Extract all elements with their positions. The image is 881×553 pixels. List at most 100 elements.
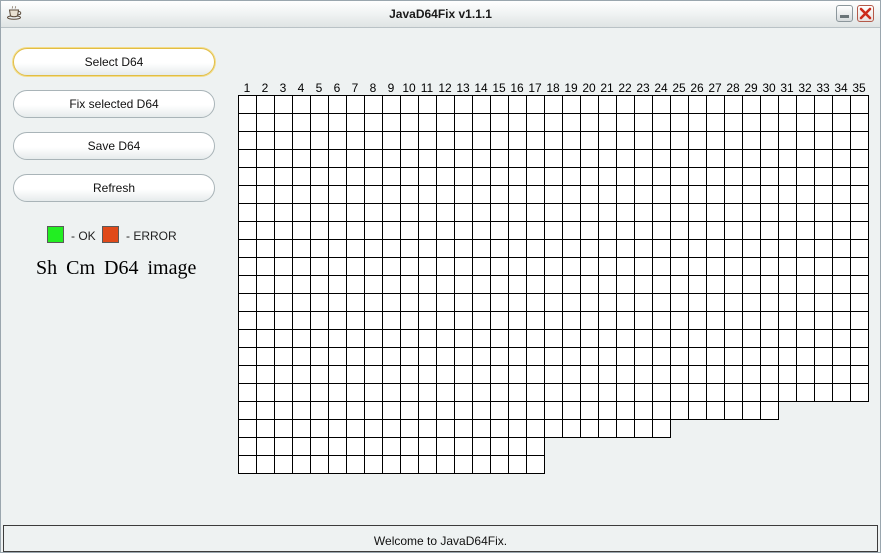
sector-cell <box>850 311 869 330</box>
sector-cell <box>832 221 851 240</box>
sector-cell <box>436 329 455 348</box>
sector-cell <box>598 347 617 366</box>
sector-cell <box>616 419 635 438</box>
sector-cell <box>472 185 491 204</box>
sector-cell <box>814 203 833 222</box>
sector-cell <box>832 383 851 402</box>
sector-cell <box>364 419 383 438</box>
sector-cell <box>796 131 815 150</box>
sector-cell <box>580 293 599 312</box>
sector-cell <box>256 293 275 312</box>
sector-cell <box>364 437 383 456</box>
sector-cell <box>274 419 293 438</box>
sector-cell <box>490 347 509 366</box>
sector-cell <box>436 257 455 276</box>
sector-cell <box>328 437 347 456</box>
sector-cell <box>634 401 653 420</box>
sector-cell <box>562 329 581 348</box>
refresh-button[interactable]: Refresh <box>13 174 215 202</box>
sector-cell <box>832 257 851 276</box>
sector-cell <box>274 113 293 132</box>
sector-cell <box>256 185 275 204</box>
sector-cell <box>580 275 599 294</box>
save-d64-button[interactable]: Save D64 <box>13 132 215 160</box>
sector-cell <box>796 239 815 258</box>
sector-cell <box>418 419 437 438</box>
sector-cell <box>346 311 365 330</box>
sector-cell <box>832 131 851 150</box>
sector-cell <box>310 401 329 420</box>
sector-cell <box>760 239 779 258</box>
sector-cell <box>796 167 815 186</box>
sector-cell <box>598 113 617 132</box>
sector-cell <box>508 419 527 438</box>
sector-cell <box>346 275 365 294</box>
sector-cell <box>256 203 275 222</box>
sector-cell <box>400 455 419 474</box>
fix-selected-d64-button[interactable]: Fix selected D64 <box>13 90 215 118</box>
sector-cell <box>346 365 365 384</box>
sector-cell <box>274 311 293 330</box>
sector-cell <box>814 131 833 150</box>
sector-cell <box>418 455 437 474</box>
sector-cell <box>850 347 869 366</box>
sector-cell <box>274 401 293 420</box>
sector-cell <box>256 311 275 330</box>
sector-cell <box>670 185 689 204</box>
minimize-icon[interactable] <box>836 5 853 22</box>
sector-cell <box>346 383 365 402</box>
sector-cell <box>400 221 419 240</box>
sector-cell <box>814 347 833 366</box>
sector-cell <box>850 275 869 294</box>
sector-cell <box>850 329 869 348</box>
sector-cell <box>328 329 347 348</box>
sector-cell <box>616 239 635 258</box>
sector-cell <box>526 203 545 222</box>
track-label: 25 <box>672 81 686 95</box>
sector-cell <box>544 401 563 420</box>
sector-cell <box>670 257 689 276</box>
sector-cell <box>364 455 383 474</box>
sector-cell <box>490 311 509 330</box>
sector-cell <box>292 293 311 312</box>
track-label: 2 <box>261 81 269 95</box>
sector-cell <box>526 419 545 438</box>
close-icon[interactable] <box>857 5 874 22</box>
sector-cell <box>652 419 671 438</box>
sector-cell <box>616 113 635 132</box>
sector-cell <box>454 257 473 276</box>
sector-cell <box>724 167 743 186</box>
sector-cell <box>382 113 401 132</box>
sector-cell <box>364 401 383 420</box>
sector-cell <box>256 131 275 150</box>
sector-cell <box>616 257 635 276</box>
sector-cell <box>472 455 491 474</box>
sector-cell <box>562 95 581 114</box>
sector-cell <box>292 113 311 132</box>
sector-cell <box>508 347 527 366</box>
sector-cell <box>310 365 329 384</box>
sector-cell <box>652 293 671 312</box>
sector-cell <box>850 383 869 402</box>
sector-cell <box>400 257 419 276</box>
sector-cell <box>238 419 257 438</box>
sector-cell <box>670 149 689 168</box>
error-legend-label: - ERROR <box>126 229 177 243</box>
sector-cell <box>364 131 383 150</box>
sector-cell <box>400 131 419 150</box>
sector-cell <box>238 257 257 276</box>
sector-cell <box>670 383 689 402</box>
sector-cell <box>706 383 725 402</box>
select-d64-button[interactable]: Select D64 <box>13 48 215 76</box>
sector-cell <box>256 95 275 114</box>
track-label: 15 <box>492 81 506 95</box>
sector-cell <box>778 167 797 186</box>
sector-cell <box>706 203 725 222</box>
sector-cell <box>490 185 509 204</box>
sector-cell <box>778 293 797 312</box>
sector-cell <box>292 239 311 258</box>
sector-cell <box>724 329 743 348</box>
sector-cell <box>688 167 707 186</box>
sector-cell <box>508 203 527 222</box>
sector-cell <box>400 95 419 114</box>
